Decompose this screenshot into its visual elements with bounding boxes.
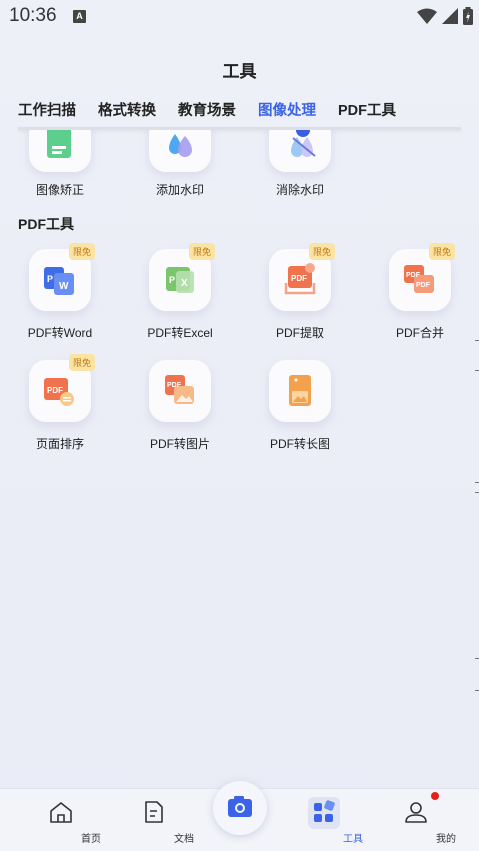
tool-label: PDF转Word [27,326,93,340]
add-watermark-icon [149,130,211,172]
svg-text:PDF: PDF [291,274,307,283]
tool-add-watermark[interactable]: 添加水印 [130,130,230,200]
tab-image-processing[interactable]: 图像处理 [258,99,316,120]
badge-free: 限免 [308,243,335,260]
pdf-merge-icon: PDF PDF 限免 [389,243,455,311]
svg-text:PDF: PDF [47,386,63,395]
tool-image-correct[interactable]: 图像矫正 [10,130,110,200]
tool-label: PDF转长图 [269,437,330,451]
svg-text:P: P [47,274,53,284]
svg-text:PDF: PDF [406,272,421,279]
tool-pdf-to-excel[interactable]: P X 限免 PDF转Excel [130,243,230,343]
pdf-to-image-icon: PDF [149,360,211,422]
svg-text:PDF: PDF [167,382,182,389]
svg-text:W: W [59,281,69,292]
signal-icon [442,8,458,24]
profile-icon [405,802,427,823]
tool-pdf-merge[interactable]: PDF PDF 限免 PDF合并 [370,243,470,343]
nav-label: 文档 [174,834,194,845]
tools-icon [314,800,335,822]
tool-page-sort[interactable]: PDF 限免 页面排序 [10,354,110,454]
pdf-extract-icon: PDF 限免 [269,243,335,311]
tab-format-convert[interactable]: 格式转换 [98,99,156,120]
tool-pdf-extract[interactable]: PDF 限免 PDF提取 [250,243,350,343]
remove-watermark-icon [269,130,331,172]
tab-education[interactable]: 教育场景 [178,99,236,120]
badge-free: 限免 [68,354,95,371]
tool-pdf-to-word[interactable]: P W 限免 PDF转Word [10,243,110,343]
pdf-to-word-icon: P W 限免 [29,243,95,311]
tab-work-scan[interactable]: 工作扫描 [18,99,76,120]
tool-label: PDF转图片 [149,437,210,451]
edge-mark [475,340,479,341]
tool-label: 添加水印 [155,183,204,197]
edge-mark [475,482,479,483]
status-bar: 10:36 A [0,0,479,34]
notification-icon: A [73,10,86,23]
wifi-icon [417,8,437,24]
nav-label: 工具 [343,834,363,845]
svg-text:X: X [181,278,188,289]
notification-dot [431,792,439,800]
document-icon [145,801,163,823]
edge-mark [475,492,479,493]
image-correct-icon [29,130,91,172]
pdf-to-excel-icon: P X 限免 [149,243,215,311]
status-time: 10:36 [9,5,57,26]
page-sort-icon: PDF 限免 [29,354,95,422]
section-title-pdf: PDF工具 [18,216,74,232]
edge-mark [475,690,479,691]
tool-remove-watermark[interactable]: 消除水印 [250,130,350,200]
tool-label: PDF转Excel [147,326,213,340]
svg-text:P: P [169,275,175,285]
tool-pdf-to-image[interactable]: PDF PDF转图片 [130,360,230,454]
pdf-to-long-image-icon [269,360,331,422]
tool-label: 消除水印 [275,183,324,197]
tool-label: PDF提取 [275,326,324,340]
badge-free: 限免 [428,243,455,260]
badge-free: 限免 [188,243,215,260]
edge-mark [475,370,479,371]
nav-label: 我的 [436,834,456,845]
nav-label: 首页 [81,834,101,845]
tools-icon-highlight [308,797,340,829]
image-tools-row: 图像矫正 添加水印 消除水印 [0,130,479,200]
battery-icon [463,7,473,25]
camera-icon [228,796,252,817]
edge-mark [475,658,479,659]
svg-text:PDF: PDF [416,282,431,289]
badge-free: 限免 [68,243,95,260]
tool-pdf-to-long-image[interactable]: PDF转长图 [250,360,350,454]
status-indicators [417,6,473,26]
page-title: 工具 [222,62,257,81]
tab-bar: 工作扫描 格式转换 教育场景 图像处理 PDF工具 [18,99,418,120]
camera-button[interactable] [213,781,267,835]
tool-label: 图像矫正 [35,183,84,197]
tool-label: 页面排序 [35,437,84,451]
tab-pdf-tools[interactable]: PDF工具 [338,99,396,120]
tool-label: PDF合并 [395,326,444,340]
home-icon [50,802,72,823]
